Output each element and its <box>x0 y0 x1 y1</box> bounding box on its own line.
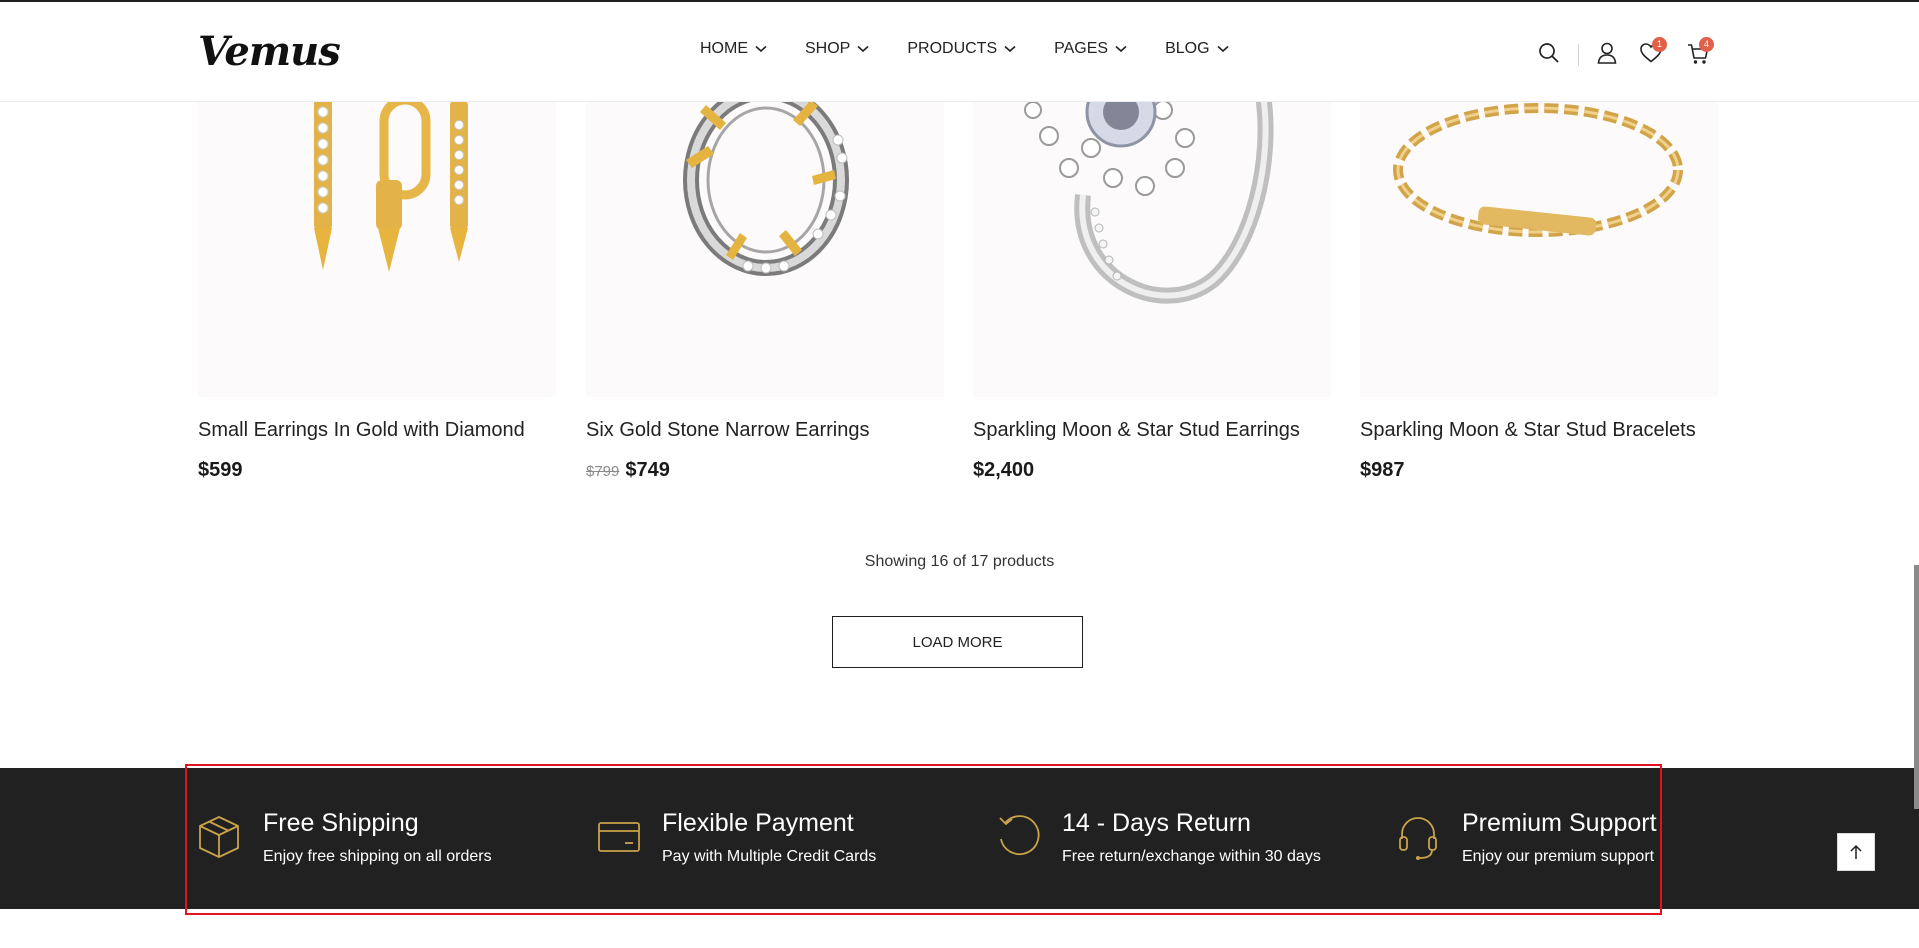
feature-subtitle: Pay with Multiple Credit Cards <box>662 848 877 865</box>
price-current: $749 <box>625 459 670 481</box>
scrollbar-thumb[interactable] <box>1914 565 1919 809</box>
nav-item-home[interactable]: HOME <box>700 40 767 58</box>
nav-item-shop[interactable]: SHOP <box>805 40 869 58</box>
nav-item-label: SHOP <box>805 40 851 57</box>
product-price: $799 $749 <box>586 459 670 482</box>
page: Vemus HOME SHOP PRODUCTS PAGES BLOG 1 4 … <box>0 0 1919 948</box>
nav-item-label: PRODUCTS <box>907 40 998 57</box>
cart-count-badge: 4 <box>1699 37 1714 52</box>
product-price: $987 <box>1360 459 1405 482</box>
feature-title: Free Shipping <box>263 809 419 837</box>
feature-subtitle: Enjoy free shipping on all orders <box>263 848 492 865</box>
price-current: $2,400 <box>973 459 1035 481</box>
price-old: $799 <box>586 463 620 480</box>
user-icon[interactable] <box>1597 42 1617 64</box>
product-price: $599 <box>198 459 243 482</box>
nav-item-products[interactable]: PRODUCTS <box>907 40 1016 58</box>
chevron-down-icon <box>1004 45 1016 53</box>
site-header: Vemus HOME SHOP PRODUCTS PAGES BLOG 1 4 <box>0 0 1919 102</box>
products-count-text: Showing 16 of 17 products <box>864 553 1055 570</box>
nav-item-label: BLOG <box>1165 40 1210 57</box>
price-current: $599 <box>198 459 243 481</box>
price-current: $987 <box>1360 459 1405 481</box>
chevron-down-icon <box>1217 45 1229 53</box>
features-band: Free Shipping Enjoy free shipping on all… <box>0 768 1919 909</box>
header-divider <box>1578 44 1579 66</box>
nav-item-pages[interactable]: PAGES <box>1054 40 1127 58</box>
wishlist-count-badge: 1 <box>1652 37 1667 52</box>
cart-button[interactable]: 4 <box>1687 37 1714 64</box>
chevron-down-icon <box>755 45 767 53</box>
nav-item-blog[interactable]: BLOG <box>1165 40 1229 58</box>
product-name[interactable]: Six Gold Stone Narrow Earrings <box>586 419 869 442</box>
nav-item-label: PAGES <box>1054 40 1109 57</box>
feature-subtitle: Enjoy our premium support <box>1462 848 1655 865</box>
chevron-down-icon <box>1115 45 1127 53</box>
return-icon <box>999 815 1040 856</box>
arrow-up-icon <box>1850 844 1862 859</box>
feature-subtitle: Free return/exchange within 30 days <box>1062 848 1321 865</box>
load-more-button[interactable]: LOAD MORE <box>832 616 1083 668</box>
headset-icon <box>1399 817 1437 860</box>
product-price: $2,400 <box>973 459 1034 482</box>
feature-title: 14 - Days Return <box>1062 809 1251 837</box>
feature-title: Flexible Payment <box>662 809 854 837</box>
wishlist-button[interactable]: 1 <box>1640 37 1667 64</box>
scroll-to-top-button[interactable] <box>1837 833 1875 871</box>
main-nav: HOME SHOP PRODUCTS PAGES BLOG <box>700 40 1267 58</box>
credit-card-icon <box>598 822 640 852</box>
nav-item-label: HOME <box>700 40 748 57</box>
box-icon <box>199 816 239 858</box>
product-name[interactable]: Sparkling Moon & Star Stud Bracelets <box>1360 419 1696 442</box>
feature-title: Premium Support <box>1462 809 1657 837</box>
search-icon[interactable] <box>1538 42 1560 64</box>
product-name[interactable]: Small Earrings In Gold with Diamond <box>198 419 525 442</box>
chevron-down-icon <box>857 45 869 53</box>
product-name[interactable]: Sparkling Moon & Star Stud Earrings <box>973 419 1300 442</box>
logo[interactable]: Vemus <box>198 28 341 75</box>
